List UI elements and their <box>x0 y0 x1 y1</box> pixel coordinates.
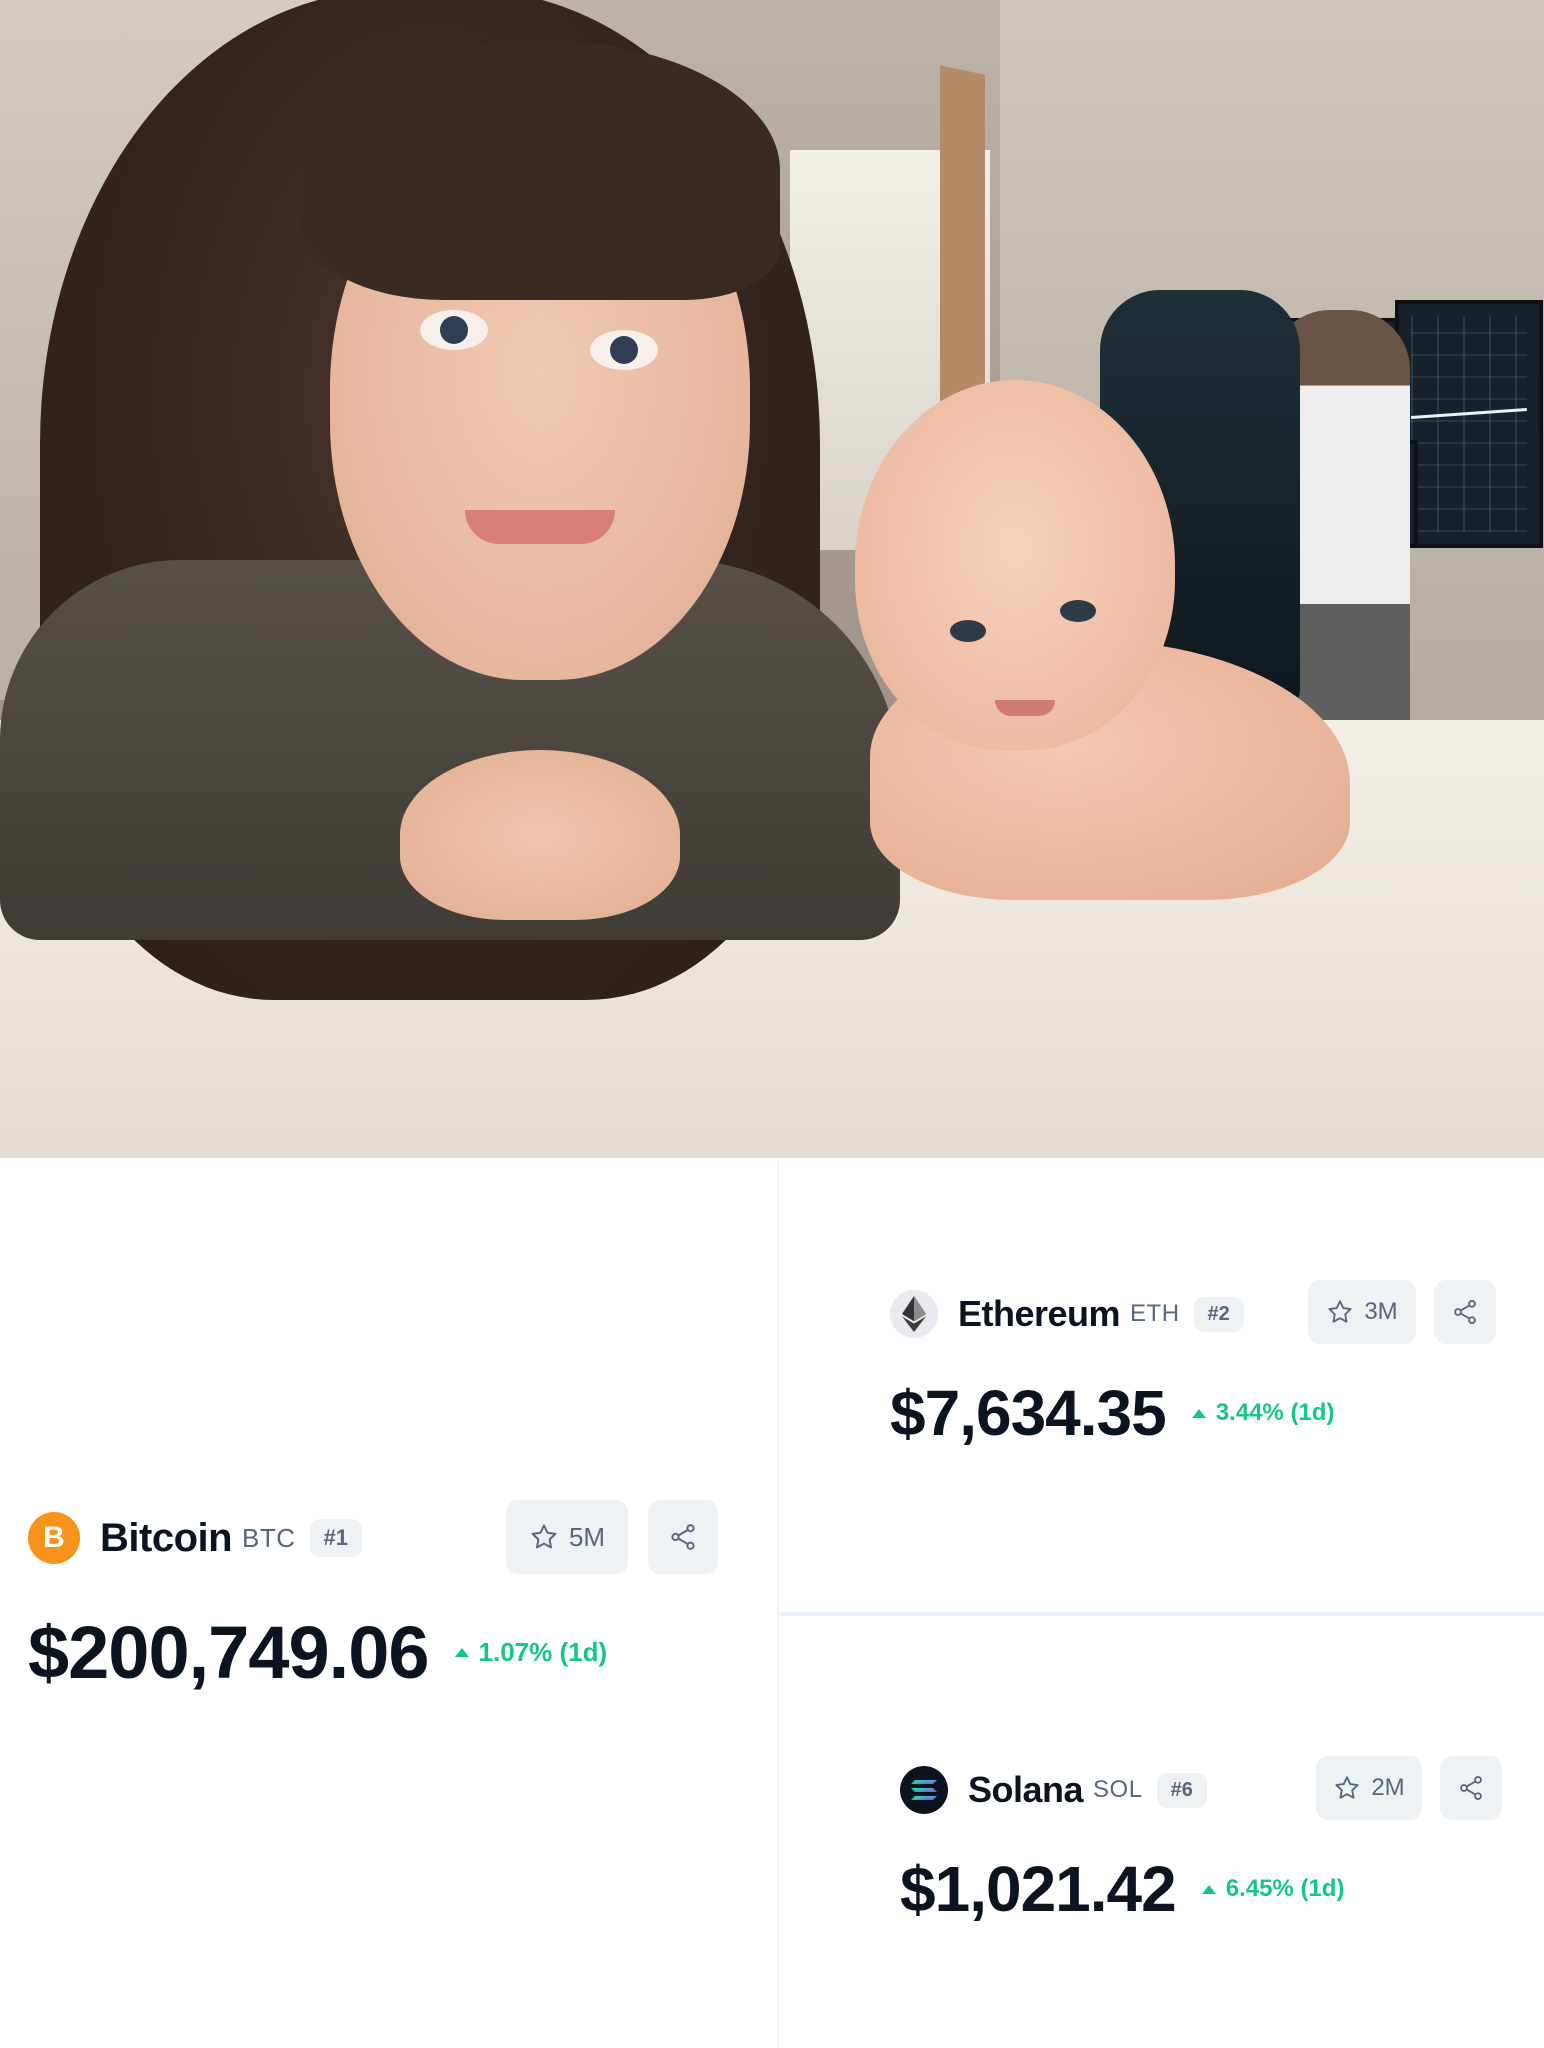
caret-up-icon <box>1191 1408 1206 1418</box>
rank-badge: #1 <box>309 1519 363 1557</box>
coin-symbol: SOL <box>1093 1776 1143 1803</box>
baby-eye <box>1060 600 1096 622</box>
price-change: 6.45% (1d) <box>1201 1875 1345 1903</box>
price-row: $1,021.42 6.45% (1d) <box>900 1852 1344 1926</box>
ethereum-icon <box>890 1290 938 1338</box>
watchlist-button[interactable]: 5M <box>506 1500 628 1574</box>
price-change: 3.44% (1d) <box>1191 1399 1335 1427</box>
rank-badge: #6 <box>1156 1772 1207 1808</box>
monitor-chart <box>1411 316 1527 532</box>
coin-header: Solana SOL #6 <box>900 1766 1207 1814</box>
bitcoin-icon: B <box>28 1512 80 1564</box>
rank-badge: #2 <box>1193 1296 1244 1332</box>
solana-bars-icon <box>911 1780 937 1800</box>
woman-eye <box>420 310 488 350</box>
baby-mouth <box>995 700 1055 716</box>
star-icon <box>1335 1776 1359 1799</box>
watchlist-count: 5M <box>568 1521 606 1552</box>
watchlist-button[interactable]: 3M <box>1308 1280 1416 1344</box>
caret-up-icon <box>1201 1884 1216 1894</box>
coin-header: B Bitcoin BTC #1 <box>28 1512 363 1564</box>
panel-divider <box>780 1612 1544 1616</box>
star-icon <box>1328 1300 1352 1323</box>
watchlist-count: 2M <box>1371 1774 1405 1801</box>
share-icon <box>1460 1775 1482 1801</box>
coin-card-ethereum: Ethereum ETH #2 3M $7,634.35 3.44% (1d) <box>890 1280 1510 1460</box>
share-button[interactable] <box>648 1500 718 1574</box>
coin-symbol: ETH <box>1130 1300 1180 1327</box>
price-row: $7,634.35 3.44% (1d) <box>890 1376 1334 1450</box>
woman-eye <box>590 330 658 370</box>
coin-symbol: BTC <box>242 1522 296 1553</box>
coin-price: $7,634.35 <box>890 1377 1167 1449</box>
ethereum-diamond-icon <box>902 1296 926 1332</box>
share-button[interactable] <box>1434 1280 1496 1344</box>
coin-price: $1,021.42 <box>900 1853 1177 1925</box>
price-change: 1.07% (1d) <box>454 1637 608 1668</box>
coin-card-solana: Solana SOL #6 2M $1,021.42 6.45% (1d) <box>900 1756 1520 1936</box>
coin-name[interactable]: Bitcoin <box>100 1516 233 1561</box>
woman-mouth <box>465 510 615 544</box>
share-icon <box>1454 1299 1476 1325</box>
baby-eye <box>950 620 986 642</box>
share-button[interactable] <box>1440 1756 1502 1820</box>
coin-header: Ethereum ETH #2 <box>890 1290 1244 1338</box>
price-change-value: 6.45% (1d) <box>1225 1875 1345 1902</box>
caret-up-icon <box>454 1648 469 1657</box>
photo <box>0 0 1544 1158</box>
woman-bangs <box>300 40 780 300</box>
price-row: $200,749.06 1.07% (1d) <box>28 1610 607 1695</box>
coin-name[interactable]: Solana <box>968 1769 1084 1811</box>
panel-divider <box>777 1160 779 2048</box>
woman-hand <box>400 750 680 920</box>
coin-name[interactable]: Ethereum <box>958 1293 1121 1335</box>
price-change-value: 1.07% (1d) <box>478 1637 608 1667</box>
star-icon <box>531 1524 557 1549</box>
watchlist-count: 3M <box>1364 1298 1398 1325</box>
coin-card-bitcoin: B Bitcoin BTC #1 5M $200,749.06 1.07% (1… <box>28 1500 728 1700</box>
solana-icon <box>900 1766 948 1814</box>
coin-price: $200,749.06 <box>28 1611 430 1694</box>
price-change-value: 3.44% (1d) <box>1215 1399 1335 1426</box>
share-icon <box>671 1524 695 1550</box>
bitcoin-icon-glyph: B <box>43 1521 65 1554</box>
baby-head <box>855 380 1175 750</box>
watchlist-button[interactable]: 2M <box>1316 1756 1422 1820</box>
